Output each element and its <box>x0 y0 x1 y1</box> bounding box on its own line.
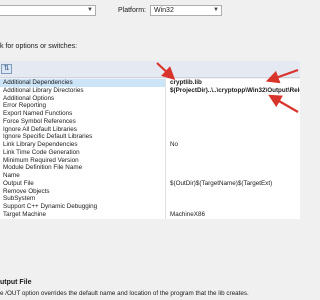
property-value[interactable] <box>170 188 300 196</box>
property-name: Force Symbol References <box>0 117 166 126</box>
property-name: Additional Dependencies <box>0 79 166 87</box>
property-row[interactable]: Export Named Functions <box>0 110 300 118</box>
property-name: Output File <box>0 179 166 188</box>
chevron-down-icon: ▼ <box>87 7 93 13</box>
property-value[interactable]: No <box>170 141 300 149</box>
description-text: e /OUT option overrides the default name… <box>0 290 249 297</box>
sort-icon[interactable]: ⇅ <box>1 64 12 74</box>
platform-value: Win32 <box>154 7 174 14</box>
property-value[interactable] <box>170 203 300 211</box>
property-row[interactable]: Ignore All Default Libraries <box>0 125 300 134</box>
property-row[interactable]: Remove Objects <box>0 187 300 196</box>
description-title: utput File <box>0 279 32 286</box>
property-name: Link Time Code Generation <box>0 148 166 157</box>
property-name: Target Machine <box>0 210 166 219</box>
property-row[interactable]: Additional Options <box>0 94 300 103</box>
property-row[interactable]: Additional Dependencies cryptlib.lib <box>0 79 300 87</box>
property-row[interactable]: Ignore Specific Default Libraries <box>0 133 300 141</box>
property-row[interactable]: Link Library Dependencies No <box>0 141 300 149</box>
property-row[interactable]: Force Symbol References <box>0 117 300 126</box>
property-row[interactable]: Support C++ Dynamic Debugging <box>0 203 300 211</box>
chevron-down-icon: ▼ <box>213 7 219 13</box>
property-value[interactable] <box>170 95 300 103</box>
platform-dropdown[interactable]: Win32 ▼ <box>150 5 222 16</box>
platform-label: Platform: <box>118 7 147 14</box>
property-row[interactable]: SubSystem <box>0 195 300 203</box>
configuration-dropdown[interactable]: ▼ <box>0 5 96 16</box>
property-row[interactable]: Name <box>0 172 300 180</box>
property-value[interactable] <box>170 118 300 126</box>
property-name: Support C++ Dynamic Debugging <box>0 203 166 211</box>
property-name: Ignore Specific Default Libraries <box>0 133 166 141</box>
property-name: Remove Objects <box>0 187 166 196</box>
property-row[interactable]: Module Definition File Name <box>0 164 300 172</box>
property-grid-toolbar: ⇅ <box>0 61 300 78</box>
property-name: Additional Options <box>0 94 166 103</box>
property-row[interactable]: Output File $(OutDir)$(TargetName)$(Targe… <box>0 179 300 188</box>
property-value[interactable] <box>170 157 300 165</box>
property-name: Ignore All Default Libraries <box>0 125 166 134</box>
property-grid: Additional Dependencies cryptlib.lib Addit… <box>0 79 300 219</box>
property-row[interactable]: Target Machine MachineX86 <box>0 210 300 219</box>
property-value[interactable] <box>170 133 300 141</box>
property-name: Minimum Required Version <box>0 156 166 165</box>
property-value[interactable] <box>170 195 300 203</box>
property-value[interactable]: cryptlib.lib <box>170 79 300 87</box>
options-hint: k for options or switches: <box>0 43 78 50</box>
property-name: Additional Library Directories <box>0 86 166 95</box>
property-value[interactable] <box>170 149 300 157</box>
property-value[interactable]: $(ProjectDir)..\..\cryptopp\Win32\Output… <box>170 87 300 95</box>
property-value[interactable] <box>170 164 300 172</box>
property-value[interactable]: MachineX86 <box>170 211 300 219</box>
property-value[interactable] <box>170 172 300 180</box>
property-name: Name <box>0 172 166 180</box>
property-name: Export Named Functions <box>0 110 166 118</box>
property-row[interactable]: Minimum Required Version <box>0 156 300 165</box>
property-value[interactable] <box>170 102 300 110</box>
property-row[interactable]: Additional Library Directories $(ProjectD… <box>0 86 300 95</box>
property-row[interactable]: Error Reporting <box>0 102 300 110</box>
property-value[interactable] <box>170 110 300 118</box>
property-value[interactable]: $(OutDir)$(TargetName)$(TargetExt) <box>170 180 300 188</box>
property-name: Link Library Dependencies <box>0 141 166 149</box>
property-name: Module Definition File Name <box>0 164 166 172</box>
property-name: SubSystem <box>0 195 166 203</box>
property-name: Error Reporting <box>0 102 166 110</box>
property-value[interactable] <box>170 126 300 134</box>
property-row[interactable]: Link Time Code Generation <box>0 148 300 157</box>
